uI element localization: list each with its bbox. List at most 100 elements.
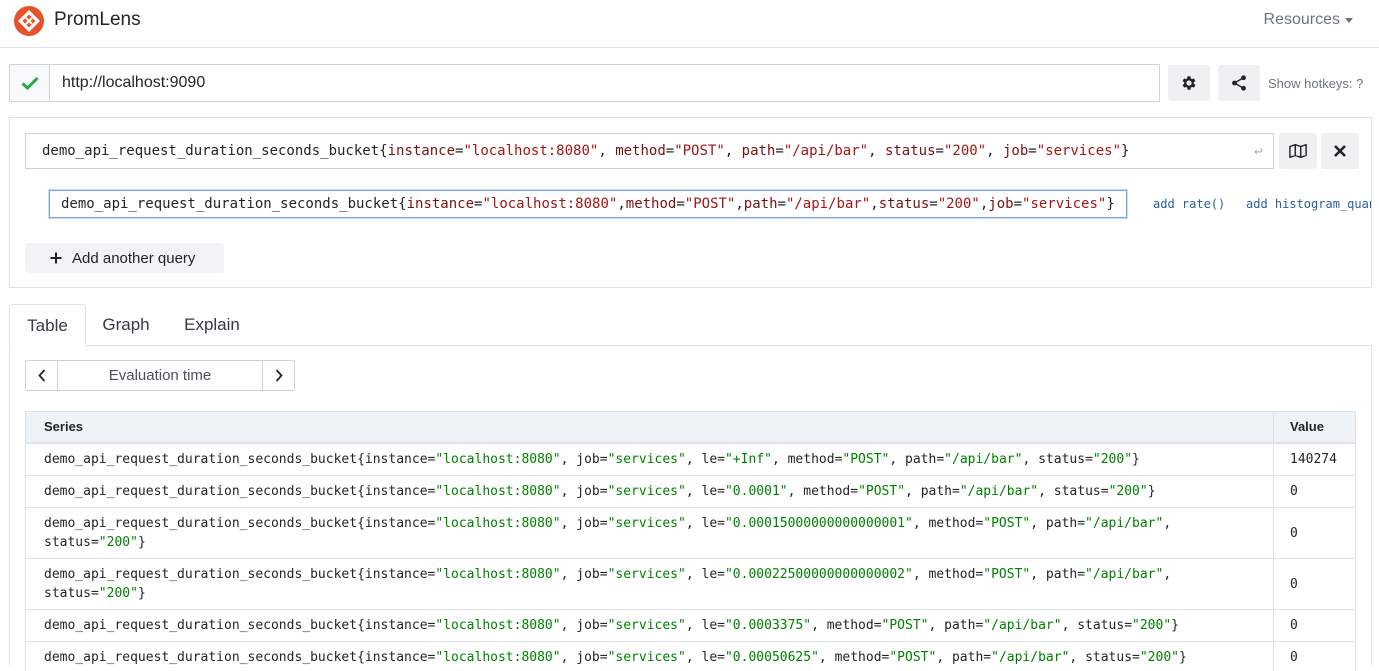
tree-node-token: , <box>735 196 744 212</box>
tree-node-token: = <box>676 196 685 212</box>
value-cell: 0 <box>1273 610 1355 641</box>
results-table: Series Value demo_api_request_duration_s… <box>25 411 1356 671</box>
expression-token: "services" <box>1036 143 1122 159</box>
expression-token: demo_api_request_duration_seconds_bucket <box>42 143 380 159</box>
series-cell: demo_api_request_duration_seconds_bucket… <box>44 484 1156 499</box>
value-column-header: Value <box>1273 412 1355 442</box>
share-button[interactable] <box>1218 65 1260 101</box>
expression-token: method <box>615 143 666 159</box>
tab-graph[interactable]: Graph <box>88 304 164 346</box>
table-row: demo_api_request_duration_seconds_bucket… <box>26 508 1355 559</box>
tree-node-token: = <box>777 196 786 212</box>
resources-dropdown[interactable]: Resources <box>1264 11 1353 29</box>
tree-node-token: = <box>929 196 938 212</box>
gear-icon <box>1182 76 1196 90</box>
caret-down-icon <box>1345 18 1353 23</box>
settings-button[interactable] <box>1168 65 1210 101</box>
series-cell: demo_api_request_duration_seconds_bucket… <box>44 516 1172 550</box>
chevron-left-icon <box>37 369 45 382</box>
server-url-group <box>9 64 1160 102</box>
expression-token: "/api/bar" <box>783 143 869 159</box>
table-row: demo_api_request_duration_seconds_bucket… <box>26 610 1355 642</box>
expression-token: path <box>741 143 776 159</box>
expression-token: = <box>665 143 675 159</box>
tab-explain[interactable]: Explain <box>168 304 256 346</box>
expression-token: , <box>986 143 1003 159</box>
expression-token: = <box>775 143 784 159</box>
tree-node-token: { <box>398 196 407 212</box>
table-row: demo_api_request_duration_seconds_bucket… <box>26 476 1355 508</box>
expression-token: = <box>935 143 944 159</box>
value-cell: 0 <box>1273 508 1355 558</box>
expression-token: , <box>724 143 742 159</box>
server-status <box>10 65 50 101</box>
tree-node-token: method <box>625 196 677 212</box>
table-row: demo_api_request_duration_seconds_bucket… <box>26 559 1355 610</box>
evaluation-time-control <box>25 360 295 391</box>
tab-table[interactable]: Table <box>9 304 86 346</box>
evaluation-time-input[interactable] <box>58 361 262 390</box>
tree-node-token: } <box>1106 196 1115 212</box>
tree-node-selector[interactable]: demo_api_request_duration_seconds_bucket… <box>49 190 1127 218</box>
tree-node-token: instance <box>406 196 475 212</box>
tree-node-token: "200" <box>937 196 980 212</box>
expression-token: } <box>1121 143 1130 159</box>
tree-node-token: "POST" <box>684 196 736 212</box>
add-rate-action[interactable]: add rate() <box>1153 197 1225 211</box>
enter-icon: ↩ <box>1253 142 1263 160</box>
table-body: demo_api_request_duration_seconds_bucket… <box>26 444 1355 671</box>
add-histogram-quantile-action[interactable]: add histogram_quant <box>1246 197 1371 211</box>
eval-time-back-button[interactable] <box>26 361 58 390</box>
series-cell: demo_api_request_duration_seconds_bucket… <box>44 650 1187 665</box>
remove-query-button[interactable] <box>1321 133 1359 169</box>
server-url-input[interactable] <box>50 65 1159 101</box>
expression-text: demo_api_request_duration_seconds_bucket… <box>42 143 1129 159</box>
expression-token: "POST" <box>674 143 725 159</box>
expression-token: = <box>1028 143 1037 159</box>
tree-node-token: = <box>1013 196 1023 212</box>
add-query-label: Add another query <box>72 249 196 267</box>
expression-token: instance <box>387 143 456 159</box>
expression-token: status <box>884 143 936 159</box>
tree-node-text: demo_api_request_duration_seconds_bucket… <box>61 196 1115 212</box>
chevron-right-icon <box>275 369 283 382</box>
expression-token: , <box>598 143 616 159</box>
map-icon <box>1289 143 1307 159</box>
add-query-button[interactable]: Add another query <box>25 243 224 273</box>
navbar: PromLens Resources <box>0 0 1379 48</box>
plus-icon <box>50 252 62 264</box>
tree-node-token: "/api/bar" <box>785 196 871 212</box>
tree-node-token: "localhost:8080" <box>482 196 618 212</box>
expression-token: "localhost:8080" <box>463 143 599 159</box>
table-row: demo_api_request_duration_seconds_bucket… <box>26 444 1355 476</box>
series-cell: demo_api_request_duration_seconds_bucket… <box>44 618 1179 633</box>
value-cell: 0 <box>1273 476 1355 507</box>
show-hotkeys-link[interactable]: Show hotkeys: ? <box>1268 76 1363 91</box>
tree-node-token: job <box>988 196 1014 212</box>
expression-token: "200" <box>943 143 987 159</box>
tree-node-token: path <box>743 196 778 212</box>
tree-node-token: "services" <box>1022 196 1107 212</box>
value-cell: 0 <box>1273 559 1355 609</box>
expression-token: { <box>379 143 388 159</box>
resources-label: Resources <box>1263 11 1340 28</box>
expression-token: , <box>868 143 885 159</box>
expression-token: job <box>1002 143 1029 159</box>
eval-time-forward-button[interactable] <box>262 361 294 390</box>
table-header: Series Value <box>26 412 1355 444</box>
series-cell: demo_api_request_duration_seconds_bucket… <box>44 452 1140 467</box>
expression-input[interactable]: demo_api_request_duration_seconds_bucket… <box>25 133 1274 169</box>
check-icon <box>20 76 39 90</box>
series-column-header: Series <box>44 419 84 434</box>
tree-node-token: status <box>878 196 930 212</box>
value-cell: 140274 <box>1273 444 1355 475</box>
series-cell: demo_api_request_duration_seconds_bucket… <box>44 567 1172 601</box>
table-row: demo_api_request_duration_seconds_bucket… <box>26 642 1355 671</box>
toggle-tree-button[interactable] <box>1279 133 1317 169</box>
tree-node-token: demo_api_request_duration_seconds_bucket <box>61 196 399 212</box>
promlens-logo-icon[interactable] <box>13 5 45 37</box>
brand-title[interactable]: PromLens <box>54 9 141 31</box>
tree-node-token: , <box>870 196 879 212</box>
close-icon <box>1334 145 1346 157</box>
value-cell: 0 <box>1273 642 1355 671</box>
